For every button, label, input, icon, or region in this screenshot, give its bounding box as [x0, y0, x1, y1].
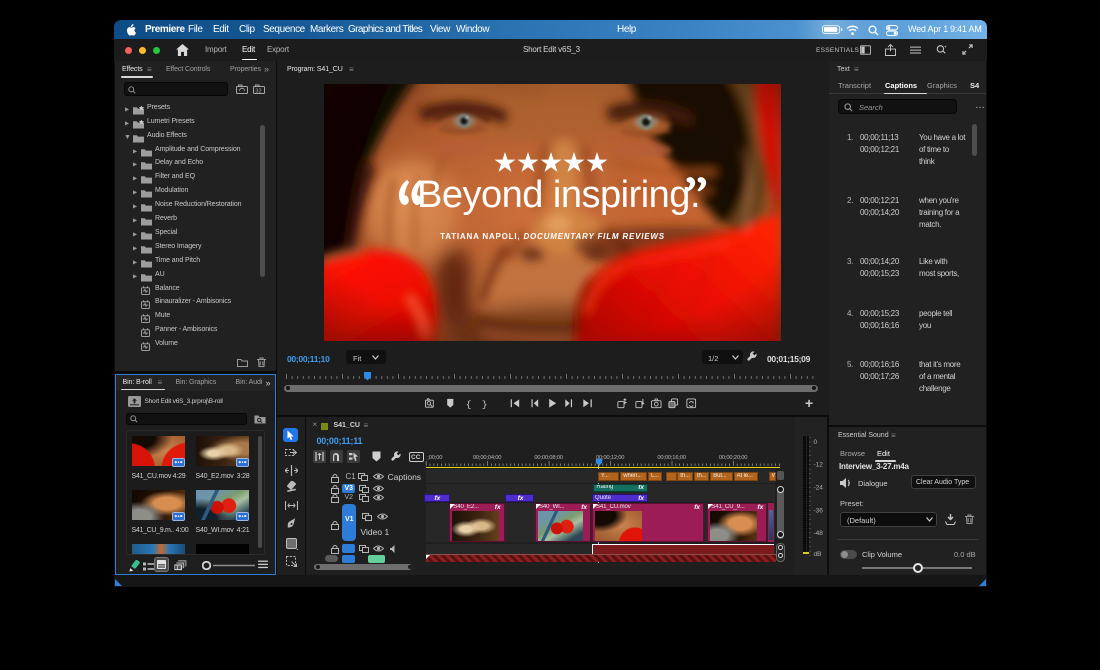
svg-text:0: 0 — [814, 439, 818, 446]
svg-text:-12: -12 — [814, 462, 824, 469]
svg-text:;00;00: ;00;00 — [427, 455, 442, 461]
svg-text:00;00;12;00: 00;00;12;00 — [595, 455, 623, 461]
svg-text:32: 32 — [255, 89, 261, 94]
svg-text:dB: dB — [814, 551, 822, 558]
svg-text:00;00;04;00: 00;00;04;00 — [472, 455, 500, 461]
svg-text:-24: -24 — [814, 485, 824, 492]
svg-text:-48: -48 — [814, 530, 824, 537]
svg-text:00;00;20;00: 00;00;20;00 — [718, 455, 746, 461]
svg-text:00;00;08;00: 00;00;08;00 — [534, 455, 562, 461]
svg-text:-36: -36 — [814, 508, 824, 515]
svg-text:}: } — [482, 399, 488, 409]
svg-text:{: { — [466, 399, 472, 409]
svg-text:00;00;16;00: 00;00;16;00 — [657, 455, 685, 461]
